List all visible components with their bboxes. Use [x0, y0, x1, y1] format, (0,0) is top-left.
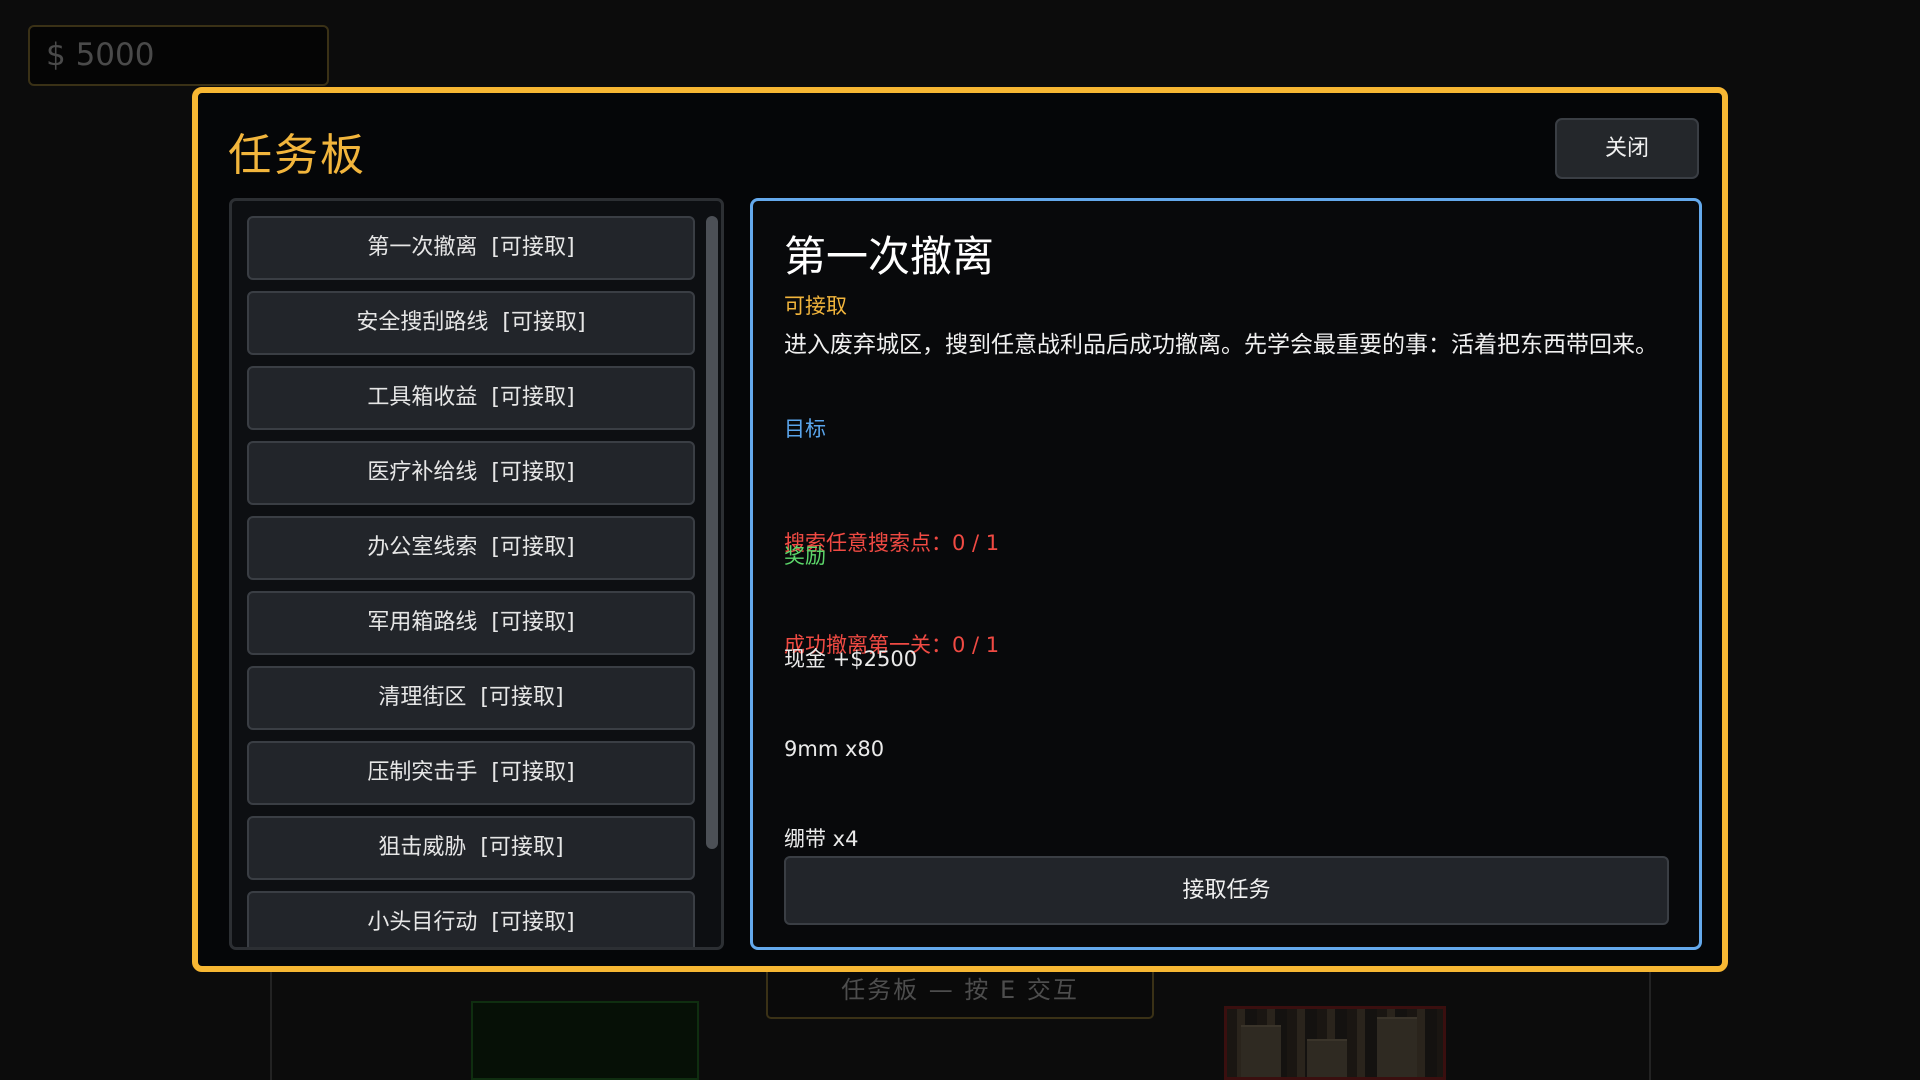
quest-title: 第一次撤离	[784, 232, 995, 281]
objectives-heading: 目标	[784, 417, 826, 441]
quest-list-item[interactable]: 清理街区 [可接取]	[247, 666, 695, 730]
poster-building	[1241, 1025, 1281, 1077]
poster-building	[1307, 1039, 1347, 1077]
quest-board-modal: 任务板 关闭 第一次撤离 [可接取] 安全搜刮路线 [可接取] 工具箱收益 [可接取…	[192, 87, 1728, 972]
quest-list-item[interactable]: 办公室线索 [可接取]	[247, 516, 695, 580]
reward-item: 绷带 x4	[784, 827, 859, 851]
quest-list-scrollbar[interactable]	[706, 216, 718, 936]
quest-list-panel: 第一次撤离 [可接取] 安全搜刮路线 [可接取] 工具箱收益 [可接取] 医疗补给线 …	[229, 198, 724, 950]
quest-list: 第一次撤离 [可接取] 安全搜刮路线 [可接取] 工具箱收益 [可接取] 医疗补给线 …	[247, 216, 695, 947]
modal-title: 任务板	[228, 130, 366, 181]
quest-list-item[interactable]: 压制突击手 [可接取]	[247, 741, 695, 805]
quest-detail-panel: 第一次撤离 可接取 进入废弃城区，搜到任意战利品后成功撤离。先学会最重要的事：活…	[750, 198, 1702, 950]
accept-quest-button[interactable]: 接取任务	[784, 856, 1669, 925]
quest-list-item[interactable]: 小头目行动 [可接取]	[247, 891, 695, 947]
reward-item: 9mm x80	[784, 737, 885, 761]
quest-list-item[interactable]: 工具箱收益 [可接取]	[247, 366, 695, 430]
quest-list-item[interactable]: 军用箱路线 [可接取]	[247, 591, 695, 655]
money-display: $ 5000	[28, 25, 329, 86]
scrollbar-thumb[interactable]	[706, 216, 718, 849]
quest-description: 进入废弃城区，搜到任意战利品后成功撤离。先学会最重要的事：活着把东西带回来。	[784, 332, 1658, 358]
quest-list-item[interactable]: 狙击威胁 [可接取]	[247, 816, 695, 880]
reward-item: 现金 +$2500	[784, 647, 918, 671]
poster-building	[1377, 1017, 1417, 1077]
quest-list-item[interactable]: 安全搜刮路线 [可接取]	[247, 291, 695, 355]
close-button[interactable]: 关闭	[1555, 118, 1699, 179]
background-city-poster	[1224, 1006, 1446, 1080]
quest-list-item[interactable]: 医疗补给线 [可接取]	[247, 441, 695, 505]
background-green-crate	[471, 1001, 699, 1080]
quest-status: 可接取	[784, 294, 847, 318]
quest-list-item[interactable]: 第一次撤离 [可接取]	[247, 216, 695, 280]
rewards-heading: 奖励	[784, 544, 826, 568]
